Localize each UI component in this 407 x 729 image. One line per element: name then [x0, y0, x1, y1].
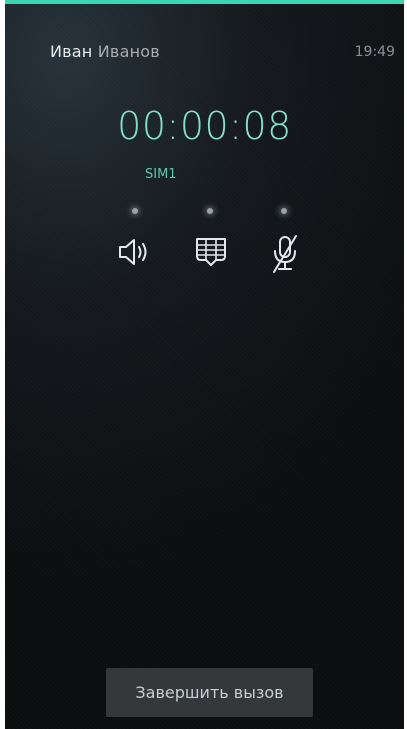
- caller-name: Иван Иванов: [50, 42, 160, 61]
- call-screen: Иван Иванов 19:49 00:00:08 SIM1 Завершит…: [5, 0, 404, 729]
- speaker-icon: [119, 239, 147, 265]
- keypad-icon: [196, 238, 226, 266]
- mute-button[interactable]: [257, 200, 313, 280]
- status-time: 19:49: [354, 44, 395, 60]
- sim-label: SIM1: [145, 167, 177, 182]
- keypad-indicator: [207, 208, 213, 214]
- mute-indicator: [281, 208, 287, 214]
- caller-first-name: Иван: [50, 42, 93, 61]
- speaker-indicator: [132, 208, 138, 214]
- accent-strip: [5, 0, 404, 4]
- call-duration: 00:00:08: [117, 104, 292, 148]
- keypad-button[interactable]: [183, 200, 239, 280]
- speaker-button[interactable]: [108, 200, 164, 280]
- caller-last-name: Иванов: [97, 42, 160, 61]
- end-call-button[interactable]: Завершить вызов: [106, 668, 313, 717]
- microphone-muted-icon: [273, 235, 297, 273]
